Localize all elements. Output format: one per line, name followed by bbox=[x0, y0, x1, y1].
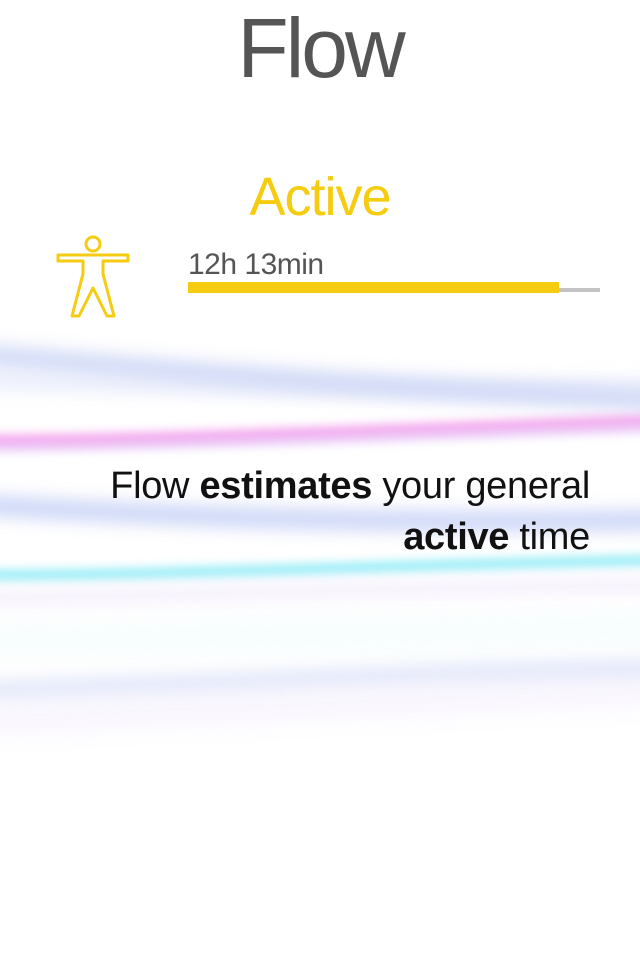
caption-part1: Flow bbox=[110, 465, 200, 507]
app-title: Flow bbox=[237, 1, 405, 95]
caption-text: Flow estimates your general active time bbox=[30, 461, 590, 563]
active-label: Active bbox=[249, 167, 391, 227]
caption-bold-active: active bbox=[403, 516, 510, 558]
active-duration: 12h 13min bbox=[188, 248, 324, 281]
caption-bold-estimates: estimates bbox=[199, 465, 373, 507]
person-figure-icon bbox=[56, 235, 130, 318]
progress-fill bbox=[188, 282, 559, 293]
caption-part3: time bbox=[509, 516, 590, 558]
caption-part2: your general bbox=[372, 465, 590, 507]
